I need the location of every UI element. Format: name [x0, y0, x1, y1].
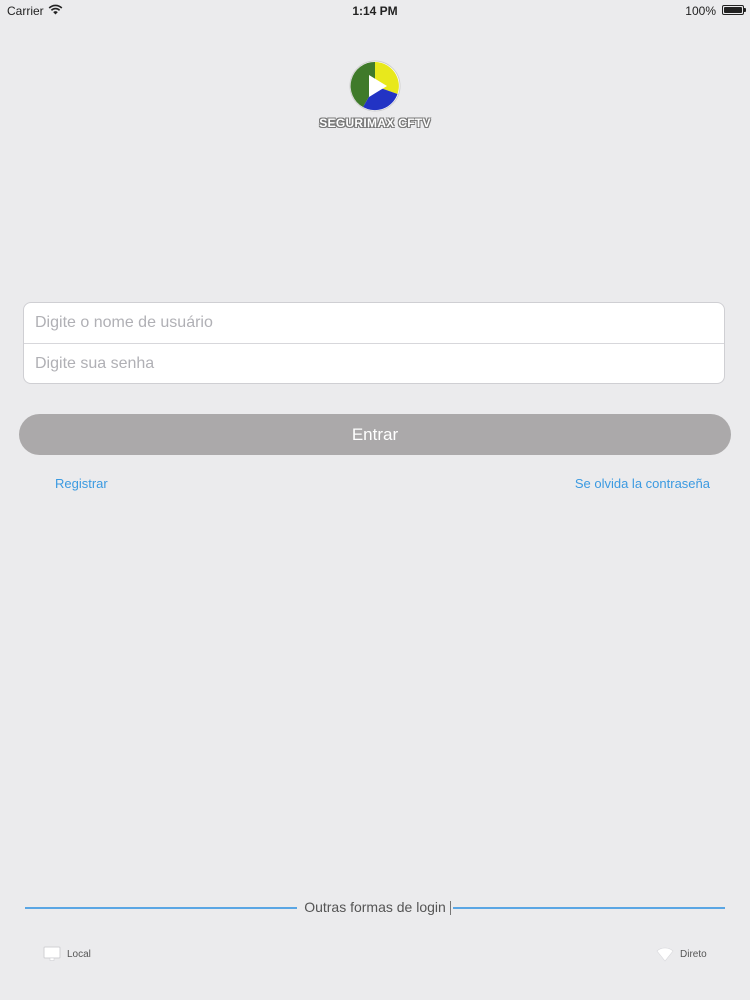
logo-text: SEGURIMAX CFTV: [319, 116, 431, 130]
local-label: Local: [67, 948, 91, 960]
login-button[interactable]: Entrar: [19, 414, 731, 455]
battery-percent: 100%: [685, 4, 716, 18]
password-input[interactable]: [24, 344, 724, 383]
text-cursor: [450, 901, 451, 915]
forgot-password-link[interactable]: Se olvida la contraseña: [575, 476, 710, 491]
status-bar: Carrier 1:14 PM 100%: [0, 0, 750, 20]
login-form: [23, 302, 725, 384]
play-logo-icon: [349, 60, 401, 112]
direto-label: Direto: [680, 948, 707, 960]
monitor-icon: [43, 946, 61, 961]
battery-icon: [722, 5, 746, 15]
direct-login-option[interactable]: Direto: [656, 946, 707, 962]
app-logo: [0, 60, 750, 117]
local-login-option[interactable]: Local: [43, 946, 91, 962]
register-link[interactable]: Registrar: [55, 476, 108, 491]
username-input[interactable]: [24, 303, 724, 343]
divider-right: [453, 907, 725, 909]
wifi-icon: [656, 947, 674, 962]
clock: 1:14 PM: [352, 4, 398, 18]
